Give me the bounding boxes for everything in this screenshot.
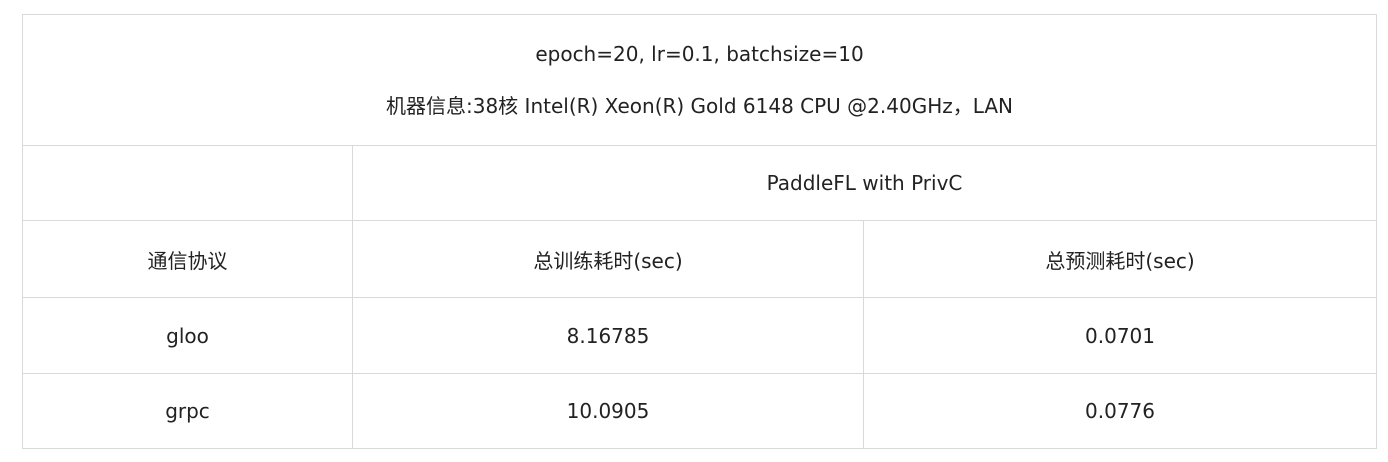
table-row: grpc 10.0905 0.0776 [22, 373, 1378, 449]
train-time-cell: 10.0905 [352, 373, 864, 449]
config-line: epoch=20, lr=0.1, batchsize=10 [535, 42, 864, 66]
column-header-protocol: 通信协议 [22, 220, 353, 298]
machine-info-line: 机器信息:38核 Intel(R) Xeon(R) Gold 6148 CPU … [386, 94, 1013, 118]
protocol-cell: grpc [22, 373, 353, 449]
title-row: epoch=20, lr=0.1, batchsize=10 机器信息:38核 … [21, 14, 1378, 146]
train-time-cell: 8.16785 [352, 297, 864, 374]
group-header-cell: PaddleFL with PrivC [351, 145, 1378, 221]
group-header-row: PaddleFL with PrivC [22, 145, 1378, 221]
column-header-row: 通信协议 总训练耗时(sec) 总预测耗时(sec) [22, 220, 1378, 298]
column-header-train-time: 总训练耗时(sec) [352, 220, 864, 298]
benchmark-table: epoch=20, lr=0.1, batchsize=10 机器信息:38核 … [21, 14, 1378, 449]
column-header-predict-time: 总预测耗时(sec) [862, 220, 1378, 298]
predict-time-cell: 0.0776 [862, 373, 1378, 449]
protocol-cell: gloo [22, 297, 353, 374]
predict-time-cell: 0.0701 [862, 297, 1378, 374]
table-row: gloo 8.16785 0.0701 [22, 297, 1378, 374]
title-cell: epoch=20, lr=0.1, batchsize=10 机器信息:38核 … [21, 14, 1378, 146]
empty-header-cell [22, 145, 353, 221]
